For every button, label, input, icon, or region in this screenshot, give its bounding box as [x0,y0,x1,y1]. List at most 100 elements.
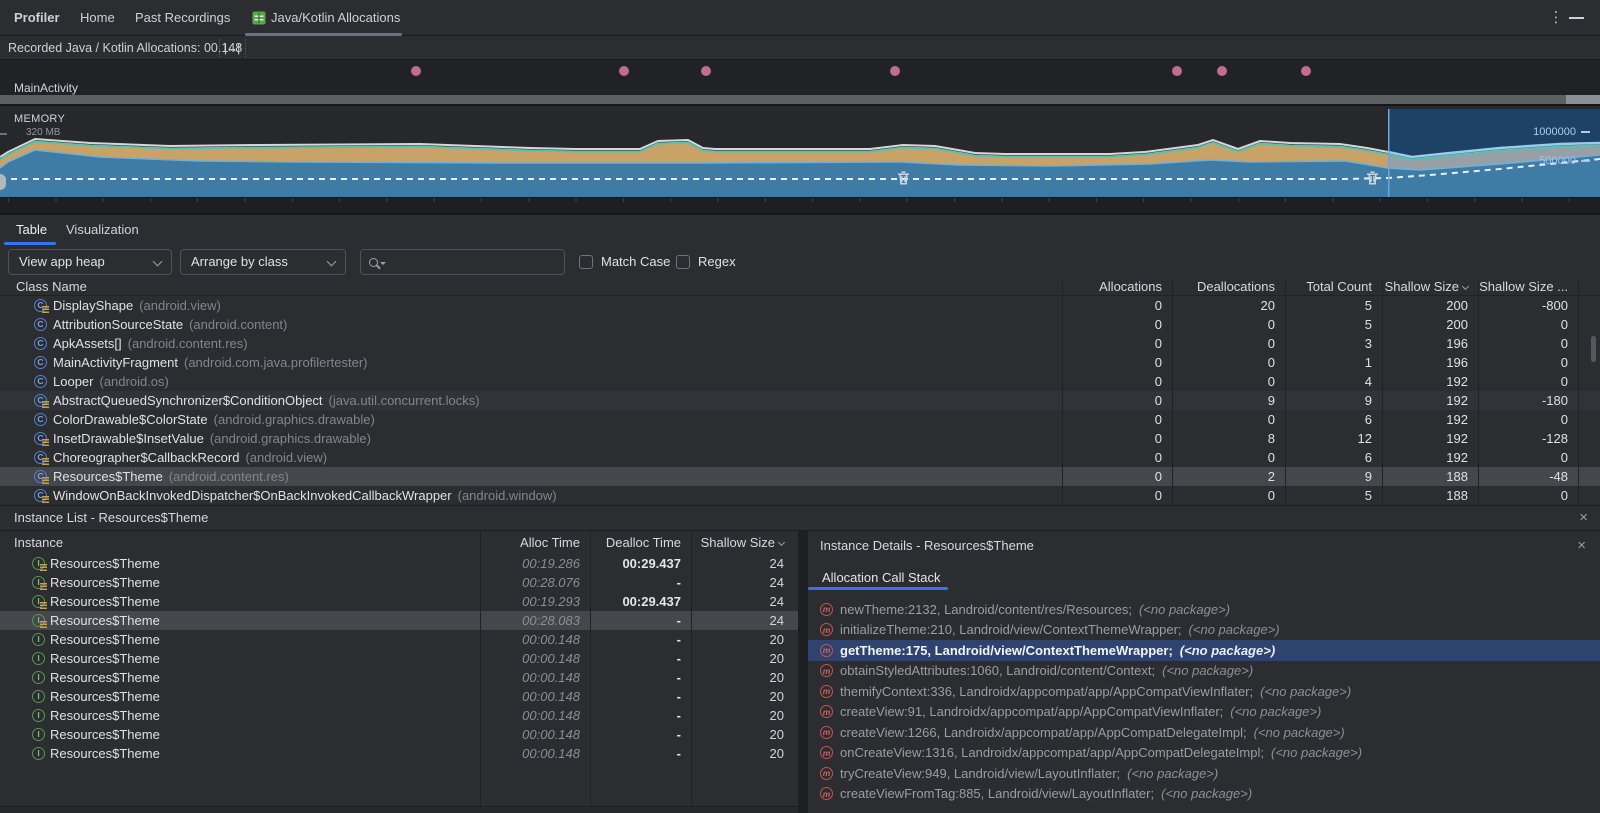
tab-profiler[interactable]: Profiler [14,0,60,36]
instance-row[interactable]: I Resources$Theme 00:00.148 - 20 [0,649,798,668]
arrange-select-value: Arrange by class [191,254,288,269]
method-icon-letter: m [823,625,831,635]
instance-row[interactable]: I Resources$Theme 00:00.148 - 20 [0,744,798,763]
instance-row[interactable]: I Resources$Theme 00:00.148 - 20 [0,668,798,687]
class-table-row[interactable]: C AttributionSourceState (android.conten… [0,315,1600,334]
instance-row[interactable]: I Resources$Theme 00:19.293 00:29.437 24 [0,592,798,611]
instance-name: Resources$Theme [50,725,160,744]
column-allocations[interactable]: Allocations [1062,278,1172,295]
call-stack-frame[interactable]: m tryCreateView:949, Landroid/view/Layou… [808,763,1600,784]
class-table-row[interactable]: C Looper (android.os) 0 0 4 192 0 [0,372,1600,391]
instance-row[interactable]: I Resources$Theme 00:28.076 - 24 [0,573,798,592]
call-stack-frame[interactable]: m initializeTheme:210, Landroid/view/Con… [808,620,1600,641]
allocation-event-dot[interactable] [890,66,900,76]
vertical-scrollbar[interactable] [1591,336,1596,362]
tab-past-recordings[interactable]: Past Recordings [135,0,230,36]
instance-row[interactable]: I Resources$Theme 00:00.148 - 20 [0,630,798,649]
call-stack-frame[interactable]: m obtainStyledAttributes:1060, Landroid/… [808,661,1600,682]
panel-splitter[interactable] [798,531,808,813]
call-stack-frame[interactable]: m createView:1266, Landroidx/appcompat/a… [808,722,1600,743]
zoom-to-fit-icon[interactable]: |↔| [222,38,241,58]
instance-row[interactable]: I Resources$Theme 00:28.083 - 24 [0,611,798,630]
column-dealloc-time[interactable]: Dealloc Time [590,531,691,554]
search-field[interactable] [360,249,565,275]
search-input[interactable] [388,254,556,271]
view-tabs: Table Visualization [0,213,1600,245]
regex-label[interactable]: Regex [698,245,736,278]
activity-lifecycle-bar[interactable] [0,95,1600,104]
instance-row[interactable]: I Resources$Theme 00:19.286 00:29.437 24 [0,554,798,573]
sort-descending-icon [778,539,785,546]
arrange-select[interactable]: Arrange by class [180,249,346,275]
call-stack-frame[interactable]: m getTheme:175, Landroid/view/ContextThe… [808,640,1600,661]
search-icon [369,258,378,267]
minimize-icon[interactable] [1569,17,1584,19]
column-total-count[interactable]: Total Count [1285,278,1382,295]
close-icon[interactable]: × [1577,535,1586,557]
class-table-row[interactable]: C Resources$Theme (android.content.res) … [0,467,1600,486]
instance-row[interactable]: I Resources$Theme 00:00.148 - 20 [0,725,798,744]
selection-left-border[interactable] [1388,109,1390,199]
allocation-event-dot[interactable] [1301,66,1311,76]
shallow-size2-value: 0 [1478,410,1578,429]
allocations-value: 0 [1062,486,1172,505]
memory-chart[interactable] [0,109,1600,199]
tab-allocation-call-stack[interactable]: Allocation Call Stack [822,570,941,585]
instance-row[interactable]: I Resources$Theme 00:00.148 - 20 [0,706,798,725]
class-table-row[interactable]: C Choreographer$CallbackRecord (android.… [0,448,1600,467]
class-table-row[interactable]: C MainActivityFragment (android.com.java… [0,353,1600,372]
class-table-row[interactable]: C AbstractQueuedSynchronizer$ConditionOb… [0,391,1600,410]
match-case-checkbox[interactable] [579,255,593,269]
heap-select[interactable]: View app heap [8,249,172,275]
allocation-event-dot[interactable] [411,66,421,76]
shallow-size2-value: 0 [1478,448,1578,467]
tab-home[interactable]: Home [80,0,115,36]
more-options-icon[interactable]: ⋮ [1548,8,1564,28]
call-stack-frame[interactable]: m onCreateView:1316, Landroidx/appcompat… [808,743,1600,764]
allocation-event-dot[interactable] [619,66,629,76]
allocation-event-dot[interactable] [1172,66,1182,76]
close-icon[interactable]: × [1579,506,1588,530]
column-instance[interactable]: Instance [0,531,480,554]
column-alloc-time[interactable]: Alloc Time [480,531,590,554]
tab-table[interactable]: Table [16,215,47,244]
frame-package: (<no package>) [1180,643,1275,658]
allocation-event-dot[interactable] [701,66,711,76]
class-table-row[interactable]: C DisplayShape (android.view) 0 20 5 200… [0,296,1600,315]
regex-checkbox[interactable] [676,255,690,269]
class-table-row[interactable]: C InsetDrawable$InsetValue (android.grap… [0,429,1600,448]
allocation-badge-icon [42,458,49,465]
class-table-row[interactable]: C ApkAssets[] (android.content.res) 0 0 … [0,334,1600,353]
allocation-event-dot[interactable] [1217,66,1227,76]
allocation-badge-icon [42,401,49,408]
match-case-label[interactable]: Match Case [601,245,670,278]
scrollbar-gutter [1578,410,1600,429]
class-table-row[interactable]: C WindowOnBackInvokedDispatcher$OnBackIn… [0,486,1600,505]
call-stack-frame[interactable]: m newTheme:2132, Landroid/content/res/Re… [808,599,1600,620]
column-shallow-size-2[interactable]: Shallow Size ... [1478,278,1578,295]
tab-visualization[interactable]: Visualization [66,215,139,244]
class-name: ApkAssets[] [53,334,122,353]
alloc-time-value: 00:00.148 [480,630,590,649]
column-shallow-size[interactable]: Shallow Size [691,531,798,554]
shallow-size-value: 20 [691,744,798,763]
frame-signature: obtainStyledAttributes:1060, Landroid/co… [840,663,1155,678]
dealloc-time-value: - [590,687,691,706]
call-stack-frame[interactable]: m createView:91, Landroidx/appcompat/app… [808,702,1600,723]
profiler-window: Profiler Home Past Recordings Java/Kotli… [0,0,1600,813]
instance-row[interactable]: I Resources$Theme 00:00.148 - 20 [0,687,798,706]
call-stack-frame[interactable]: m createViewFromTag:885, Landroid/view/L… [808,784,1600,805]
event-track[interactable]: MainActivity [0,60,1600,95]
class-icon: C [34,337,47,350]
call-stack-frame[interactable]: m themifyContext:336, Landroidx/appcompa… [808,681,1600,702]
column-class-name[interactable]: Class Name [0,278,1062,295]
column-deallocations[interactable]: Deallocations [1172,278,1285,295]
column-shallow-size[interactable]: Shallow Size [1382,278,1478,295]
class-table-row[interactable]: C ColorDrawable$ColorState (android.grap… [0,410,1600,429]
method-icon-letter: m [823,604,831,614]
allocations-value: 0 [1062,315,1172,334]
method-icon-letter: m [823,645,831,655]
tab-java-kotlin-allocations[interactable]: Java/Kotlin Allocations [271,0,400,36]
instance-icon: I [32,614,45,627]
memory-chart-panel[interactable]: MEMORY 320 MB 1000000 500000 [0,104,1600,197]
